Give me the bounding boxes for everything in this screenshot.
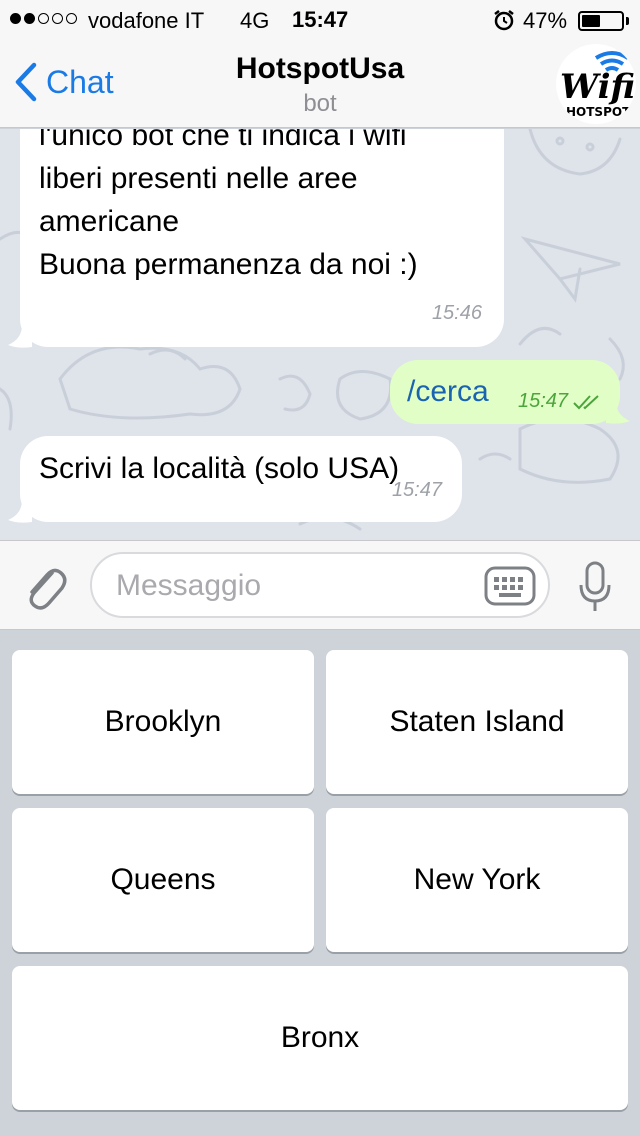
keyboard-button-new-york[interactable]: New York bbox=[326, 808, 628, 952]
signal-dot bbox=[10, 13, 21, 24]
keyboard-button-staten-island[interactable]: Staten Island bbox=[326, 650, 628, 794]
message-line: l'unico bot che ti indica i wifi bbox=[39, 129, 407, 152]
keyboard-button-queens[interactable]: Queens bbox=[12, 808, 314, 952]
message-input-bar bbox=[0, 540, 640, 630]
paperclip-icon[interactable] bbox=[22, 561, 68, 616]
battery-level bbox=[582, 15, 600, 27]
network-type: 4G bbox=[240, 8, 270, 33]
bubble-tail bbox=[8, 500, 32, 523]
signal-strength-icon bbox=[10, 13, 77, 24]
message-time: 15:47 bbox=[391, 479, 442, 501]
bubble-tail bbox=[8, 325, 32, 348]
wifi-hotspot-logo: Wifi HOTSPOT bbox=[560, 51, 635, 119]
incoming-message[interactable]: Scrivi la località (solo USA) 15:47 bbox=[20, 436, 462, 522]
chat-header: Chat HotspotUsa bot Wifi HOTSPOT bbox=[0, 40, 640, 128]
signal-dot bbox=[24, 13, 35, 24]
message-line: Buona permanenza da noi :) bbox=[39, 248, 418, 281]
carrier-name: vodafone IT bbox=[88, 8, 205, 33]
message-text: Scrivi la località (solo USA) bbox=[39, 452, 400, 485]
message-meta: 15:47 bbox=[518, 380, 602, 423]
message-text: /cerca bbox=[407, 375, 489, 408]
message-field bbox=[90, 552, 550, 618]
keyboard-button-brooklyn[interactable]: Brooklyn bbox=[12, 650, 314, 794]
battery-percent: 47% bbox=[523, 8, 568, 33]
logo-word: Wifi bbox=[560, 67, 635, 107]
signal-dot bbox=[38, 13, 49, 24]
signal-dot bbox=[52, 13, 63, 24]
alarm-icon bbox=[492, 8, 516, 38]
keyboard-button-bronx[interactable]: Bronx bbox=[12, 966, 628, 1110]
status-time: 15:47 bbox=[292, 7, 349, 32]
signal-dot bbox=[66, 13, 77, 24]
message-time: 15:47 bbox=[518, 390, 569, 412]
battery-icon bbox=[578, 11, 624, 31]
bubble-tail bbox=[606, 401, 630, 424]
message-text: l'unico bot che ti indica i wifi liberi … bbox=[39, 129, 418, 286]
message-line: americane bbox=[39, 205, 180, 238]
double-check-icon bbox=[573, 394, 599, 409]
chat-subtitle: bot bbox=[303, 90, 337, 117]
message-line: liberi presenti nelle aree bbox=[39, 162, 358, 195]
battery-tip bbox=[626, 17, 629, 25]
microphone-icon[interactable] bbox=[578, 561, 612, 618]
message-input[interactable] bbox=[116, 566, 476, 606]
bot-reply-keyboard: Brooklyn Staten Island Queens New York B… bbox=[0, 631, 640, 1136]
bot-avatar[interactable]: Wifi HOTSPOT bbox=[556, 44, 636, 124]
message-list[interactable]: l'unico bot che ti indica i wifi liberi … bbox=[0, 129, 640, 540]
status-bar: vodafone IT 4G 15:47 47% bbox=[0, 0, 640, 40]
chat-title: HotspotUsa bbox=[235, 52, 405, 85]
message-time: 15:46 bbox=[431, 302, 482, 324]
incoming-message[interactable]: l'unico bot che ti indica i wifi liberi … bbox=[20, 129, 504, 347]
outgoing-message[interactable]: /cerca 15:47 bbox=[390, 360, 620, 424]
bot-keyboard-icon[interactable] bbox=[484, 566, 536, 611]
